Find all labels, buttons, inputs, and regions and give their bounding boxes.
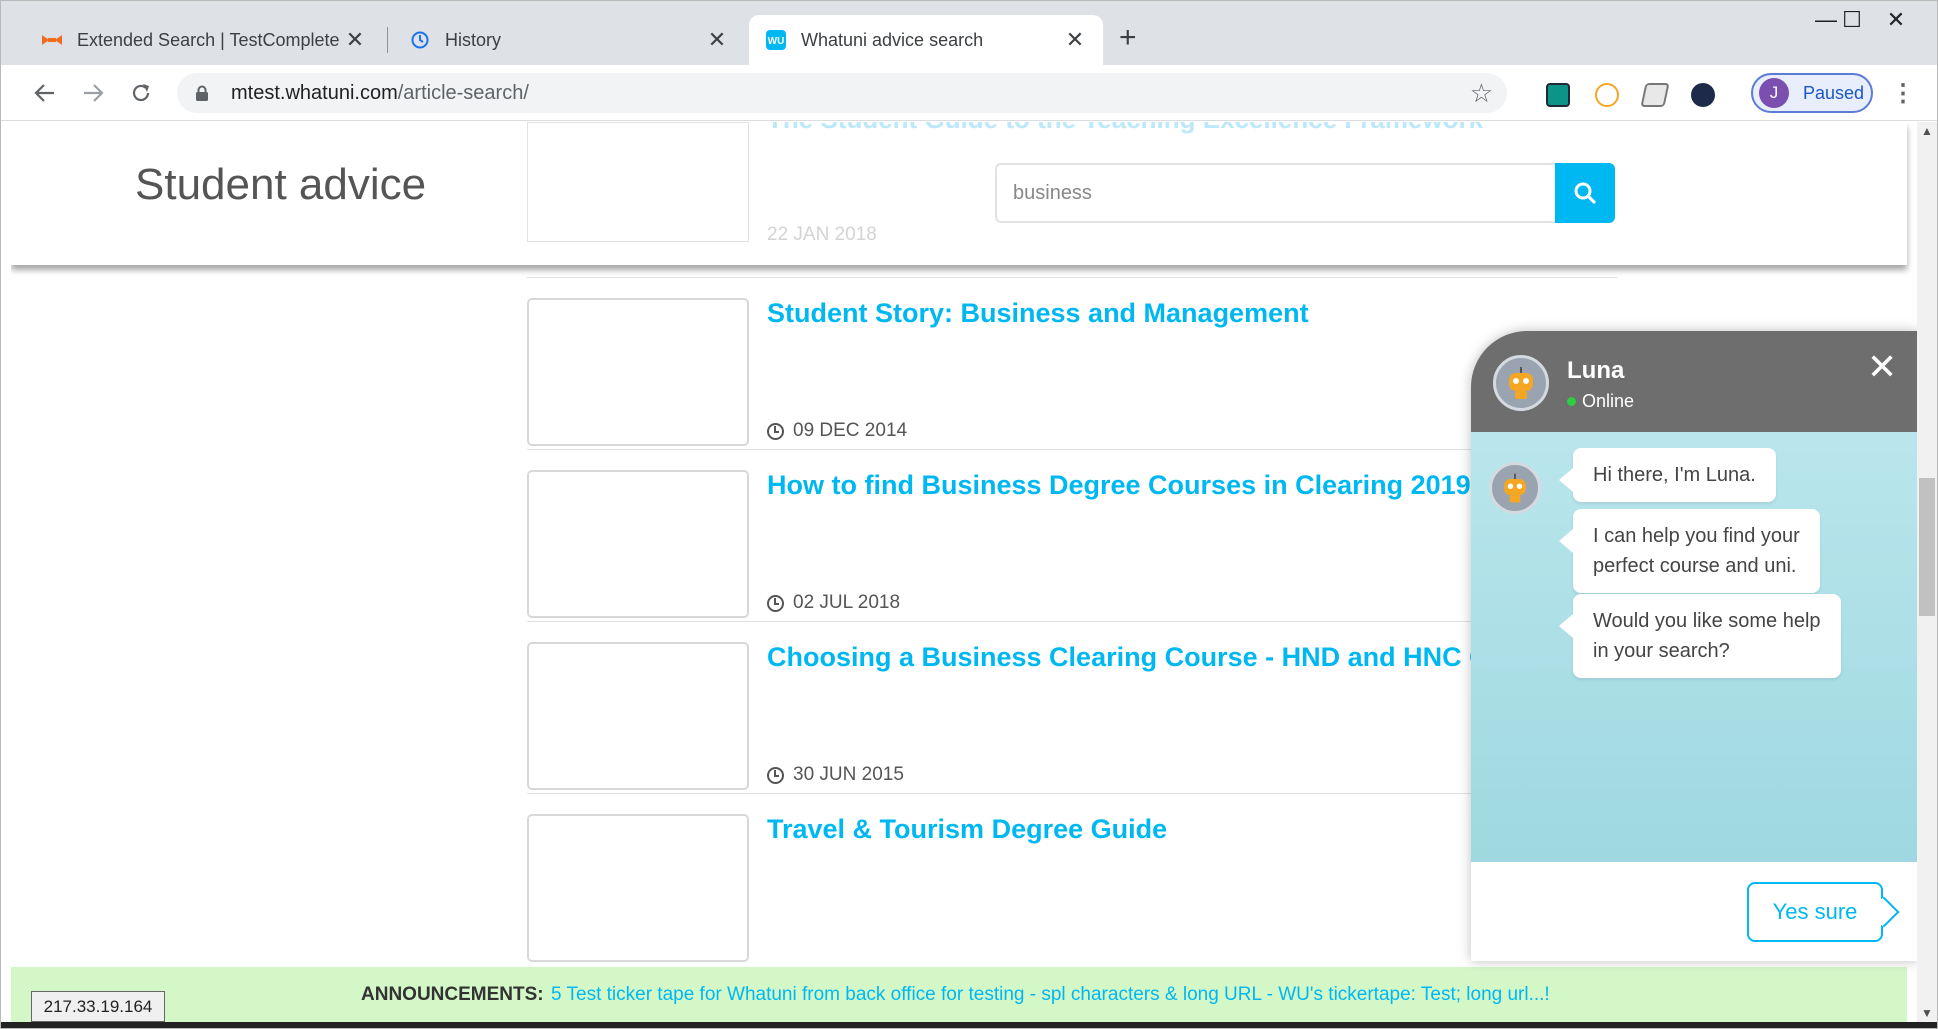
history-icon [409,29,431,51]
tab-strip: Extended Search | TestComplete D ✕ Histo… [1,1,1937,65]
new-tab-button[interactable]: + [1119,23,1137,53]
announcement-bar: 217.33.19.164 ANNOUNCEMENTS: 5 Test tick… [11,967,1907,1022]
close-tab-icon[interactable]: ✕ [1063,27,1087,53]
vertical-scrollbar[interactable]: ▲ ▼ [1917,122,1937,1022]
article-title[interactable]: Travel & Tourism Degree Guide [767,814,1167,845]
maximize-button[interactable]: ☐ [1827,7,1877,33]
article-date: 30 JUN 2015 [767,764,904,786]
chat-reply-area: Yes sure [1471,862,1917,961]
url-text: mtest.whatuni.com/article-search/ [231,82,529,105]
reload-icon [132,84,150,102]
search-button[interactable] [1555,163,1615,223]
url-host: mtest.whatuni.com [231,81,398,104]
robot-avatar-icon [1493,355,1549,411]
address-bar[interactable]: mtest.whatuni.com/article-search/ ☆ [177,73,1507,113]
ip-address-badge: 217.33.19.164 [31,991,165,1022]
divider [527,793,1617,794]
extension-icon-2[interactable] [1595,83,1619,107]
back-arrow-icon [34,84,54,102]
tab-testcomplete[interactable]: Extended Search | TestComplete D ✕ [25,15,383,65]
reload-button[interactable] [123,75,159,111]
yes-sure-button[interactable]: Yes sure [1747,882,1883,942]
svg-text:WU: WU [768,36,785,47]
close-tab-icon[interactable]: ✕ [343,27,367,53]
url-path: /article-search/ [397,81,529,104]
article-item[interactable]: How to find Business Degree Courses in C… [527,470,1617,620]
taskbar-strip [1,1022,1937,1028]
scrollbar-thumb[interactable] [1919,478,1935,616]
article-item[interactable]: Student Story: Business and Management 0… [527,298,1617,448]
extension-icon-1[interactable] [1546,83,1570,107]
bookmark-star-icon[interactable]: ☆ [1470,78,1493,109]
chat-close-icon[interactable]: ✕ [1867,349,1897,385]
forward-arrow-icon [84,84,104,102]
article-thumbnail[interactable] [527,470,749,618]
page-viewport: The Student Guide to the Teaching Excell… [11,122,1917,1022]
extension-icon-3[interactable] [1640,83,1670,107]
clock-icon [767,766,784,784]
search-input[interactable]: business [995,163,1555,223]
close-tab-icon[interactable]: ✕ [705,27,729,53]
divider [527,277,1617,278]
forward-button[interactable] [75,75,111,111]
article-title[interactable]: How to find Business Degree Courses in C… [767,470,1471,501]
divider [527,621,1617,622]
article-title[interactable]: Choosing a Business Clearing Course - HN… [767,642,1577,673]
close-window-button[interactable]: ✕ [1871,7,1921,33]
article-date: 02 JUL 2018 [767,592,900,614]
browser-toolbar: mtest.whatuni.com/article-search/ ☆ J Pa… [1,65,1937,121]
back-button[interactable] [27,75,63,111]
announcement-label: ANNOUNCEMENTS: [361,984,544,1005]
online-dot-icon [1567,397,1576,406]
clock-icon [767,594,784,612]
scroll-down-icon[interactable]: ▼ [1921,1006,1933,1020]
lock-icon [195,84,211,102]
article-date: 09 DEC 2014 [767,420,907,442]
chat-header: Luna Online ✕ [1471,331,1917,432]
scroll-up-icon[interactable]: ▲ [1921,124,1933,138]
testcomplete-icon [41,29,63,51]
more-menu-icon[interactable]: ⋮ [1891,79,1915,108]
chat-widget: Luna Online ✕ Hi there, I'm Luna. I can … [1471,331,1917,961]
profile-button[interactable]: J Paused [1751,73,1873,113]
clock-icon [767,422,784,440]
page-title: Student advice [135,160,427,209]
ip-extension-icon[interactable] [1691,83,1715,107]
site-header: The Student Guide to the Teaching Excell… [11,122,1907,265]
tab-history[interactable]: History ✕ [393,15,745,65]
browser-window: Extended Search | TestComplete D ✕ Histo… [0,0,1938,1029]
chat-bot-name: Luna [1567,357,1625,384]
article-thumbnail[interactable] [527,298,749,446]
scrolled-article-title[interactable]: The Student Guide to the Teaching Excell… [767,122,1483,135]
article-item[interactable]: Choosing a Business Clearing Course - HN… [527,642,1617,792]
robot-avatar-icon [1489,462,1541,514]
chat-status: Online [1567,391,1634,412]
scrolled-article-thumbnail [527,122,749,242]
chat-message: Would you like some help in your search? [1559,594,1841,678]
article-item[interactable]: Travel & Tourism Degree Guide [527,814,1617,964]
avatar: J [1759,78,1789,108]
tab-whatuni[interactable]: WU Whatuni advice search ✕ [749,15,1103,65]
whatuni-icon: WU [765,29,787,51]
chat-message: I can help you find your perfect course a… [1559,509,1820,593]
scrolled-article-date: 22 JAN 2018 [767,224,877,245]
tab-separator [387,27,388,53]
article-title[interactable]: Student Story: Business and Management [767,298,1309,329]
announcement-link[interactable]: 5 Test ticker tape for Whatuni from back… [551,984,1550,1006]
divider [527,449,1617,450]
search-icon [1574,182,1596,204]
chat-message: Hi there, I'm Luna. [1559,448,1776,502]
chat-messages: Hi there, I'm Luna. I can help you find … [1471,432,1917,862]
article-thumbnail[interactable] [527,642,749,790]
article-thumbnail[interactable] [527,814,749,962]
